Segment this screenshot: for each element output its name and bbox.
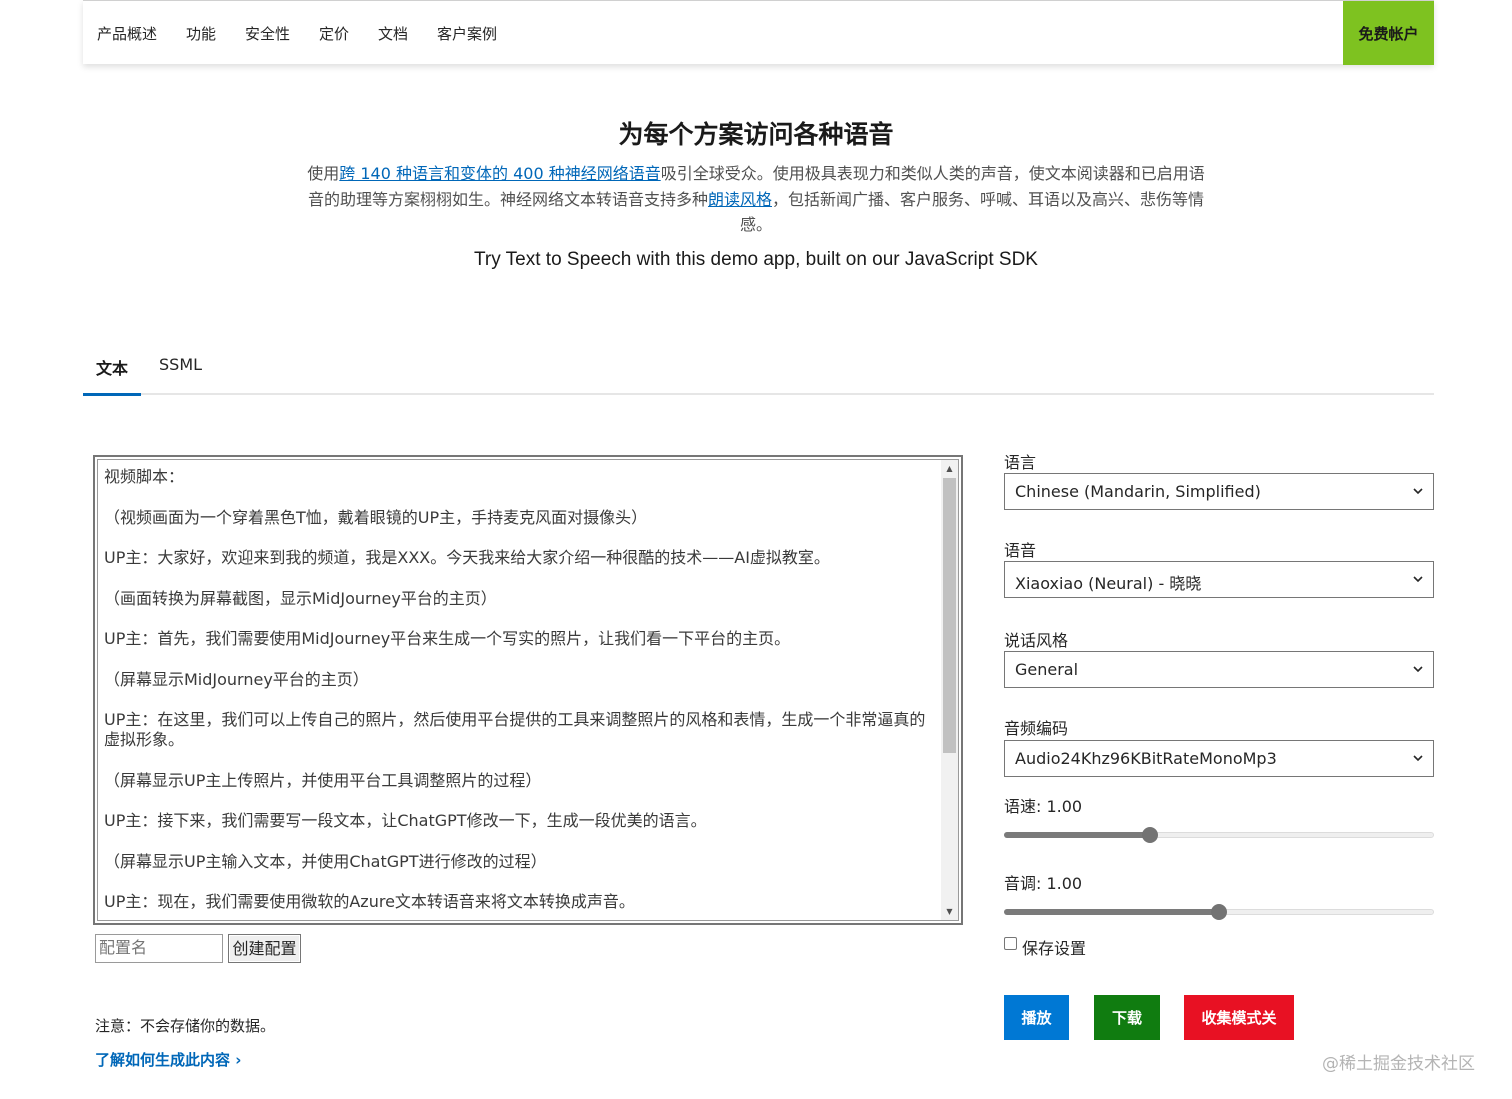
script-line: （视频画面为一个穿着黑色T恤，戴着眼镜的UP主，手持麦克风面对摄像头） bbox=[104, 507, 648, 527]
script-line: UP主：首先，我们需要使用MidJourney平台来生成一个写实的照片，让我们看… bbox=[104, 629, 791, 648]
script-line: UP主：在这里，我们可以上传自己的照片，然后使用平台提供的工具来调整照片的风格和… bbox=[104, 710, 926, 749]
privacy-note: 注意：不会存储你的数据。 bbox=[95, 1017, 276, 1035]
create-config-button[interactable]: 创建配置 bbox=[228, 934, 301, 963]
chevron-down-icon bbox=[1413, 488, 1423, 495]
slider-thumb[interactable] bbox=[1142, 827, 1159, 843]
config-name-input[interactable] bbox=[95, 934, 223, 963]
speech-rate-slider[interactable] bbox=[1004, 825, 1434, 845]
hero-description: 使用跨 140 种语言和变体的 400 种神经网络语音吸引全球受众。使用极具表现… bbox=[306, 161, 1206, 238]
language-select-value: Chinese (Mandarin, Simplified) bbox=[1015, 482, 1261, 501]
script-line: （画面转换为屏幕截图，显示MidJourney平台的主页） bbox=[104, 588, 497, 608]
language-label: 语言 bbox=[1004, 453, 1037, 472]
speaking-style-select-value: General bbox=[1015, 660, 1079, 679]
nav-item-security[interactable]: 安全性 bbox=[245, 23, 290, 44]
textarea-scrollbar[interactable]: ▲ ▼ bbox=[941, 460, 958, 920]
free-account-button[interactable]: 免费帐户 bbox=[1343, 1, 1434, 65]
save-settings-label[interactable]: 保存设置 bbox=[1022, 935, 1086, 959]
top-nav: 产品概述 功能 安全性 定价 文档 客户案例 免费帐户 bbox=[83, 0, 1434, 65]
script-line: UP主：接下来，我们需要写一段文本，让ChatGPT修改一下，生成一段优美的语言… bbox=[104, 811, 707, 830]
slider-fill bbox=[1004, 909, 1219, 915]
script-line: 视频脚本： bbox=[104, 467, 185, 486]
voice-label: 语音 bbox=[1004, 541, 1037, 560]
script-content: 视频脚本： （视频画面为一个穿着黑色T恤，戴着眼镜的UP主，手持麦克风面对摄像头… bbox=[104, 467, 940, 920]
nav-item-overview[interactable]: 产品概述 bbox=[97, 23, 157, 44]
audio-format-select[interactable]: Audio24Khz96KBitRateMonoMp3 bbox=[1004, 740, 1434, 777]
voices-link[interactable]: 跨 140 种语言和变体的 400 种神经网络语音 bbox=[339, 164, 660, 183]
nav-item-pricing[interactable]: 定价 bbox=[319, 23, 349, 44]
hero-desc-text-1: 使用 bbox=[307, 164, 340, 183]
scroll-down-arrow-icon[interactable]: ▼ bbox=[941, 903, 958, 920]
speech-rate-label: 语速: 1.00 bbox=[1004, 797, 1083, 816]
scroll-up-arrow-icon[interactable]: ▲ bbox=[941, 460, 958, 477]
voice-select-value: Xiaoxiao (Neural) - 晓晓 bbox=[1015, 574, 1202, 593]
download-button[interactable]: 下载 bbox=[1094, 995, 1160, 1040]
script-textarea-inner: 视频脚本： （视频画面为一个穿着黑色T恤，戴着眼镜的UP主，手持麦克风面对摄像头… bbox=[97, 459, 959, 921]
watermark: @稀土掘金技术社区 bbox=[1322, 1054, 1475, 1074]
learn-how-link[interactable]: 了解如何生成此内容 › bbox=[95, 1049, 241, 1070]
tab-ssml[interactable]: SSML bbox=[146, 355, 215, 395]
nav-item-features[interactable]: 功能 bbox=[186, 23, 216, 44]
speaking-styles-link[interactable]: 朗读风格 bbox=[708, 190, 772, 209]
audio-format-select-value: Audio24Khz96KBitRateMonoMp3 bbox=[1015, 749, 1277, 768]
save-settings-checkbox[interactable] bbox=[1004, 937, 1017, 950]
script-line: UP主：现在，我们需要使用微软的Azure文本转语音来将文本转换成声音。 bbox=[104, 892, 635, 911]
page-title: 为每个方案访问各种语音 bbox=[618, 120, 894, 149]
hero-subtitle: Try Text to Speech with this demo app, b… bbox=[474, 249, 1038, 270]
script-line: UP主：大家好，欢迎来到我的频道，我是XXX。今天我来给大家介绍一种很酷的技术—… bbox=[104, 548, 830, 567]
script-line: （屏幕显示MidJourney平台的主页） bbox=[104, 669, 369, 689]
hero-desc-text-3: ，包括新闻广播、客户服务、呼喊、耳语以及高兴、悲伤等情感。 bbox=[739, 189, 1205, 235]
chevron-down-icon bbox=[1413, 755, 1423, 762]
script-line: （屏幕显示UP主上传照片，并使用平台工具调整照片的过程） bbox=[104, 770, 542, 790]
scrollbar-thumb[interactable] bbox=[943, 478, 956, 753]
slider-thumb[interactable] bbox=[1211, 904, 1227, 920]
speaking-style-label: 说话风格 bbox=[1004, 631, 1069, 650]
input-tabs: 文本 SSML bbox=[83, 340, 1434, 396]
nav-item-customers[interactable]: 客户案例 bbox=[437, 23, 497, 44]
speaking-style-select[interactable]: General bbox=[1004, 651, 1434, 688]
chevron-down-icon bbox=[1413, 666, 1423, 673]
nav-item-docs[interactable]: 文档 bbox=[378, 23, 408, 44]
play-button[interactable]: 播放 bbox=[1004, 995, 1069, 1040]
language-select[interactable]: Chinese (Mandarin, Simplified) bbox=[1004, 473, 1434, 510]
chevron-down-icon bbox=[1413, 576, 1423, 583]
script-textarea[interactable]: 视频脚本： （视频画面为一个穿着黑色T恤，戴着眼镜的UP主，手持麦克风面对摄像头… bbox=[93, 455, 963, 925]
audio-format-label: 音频编码 bbox=[1004, 719, 1069, 738]
collect-mode-button[interactable]: 收集模式关 bbox=[1184, 995, 1294, 1040]
script-line: （屏幕显示UP主输入文本，并使用ChatGPT进行修改的过程） bbox=[104, 851, 547, 871]
voice-select[interactable]: Xiaoxiao (Neural) - 晓晓 bbox=[1004, 561, 1434, 598]
pitch-label: 音调: 1.00 bbox=[1004, 874, 1083, 893]
tab-text[interactable]: 文本 bbox=[83, 355, 142, 396]
slider-fill bbox=[1004, 832, 1151, 838]
pitch-slider[interactable] bbox=[1004, 902, 1434, 922]
